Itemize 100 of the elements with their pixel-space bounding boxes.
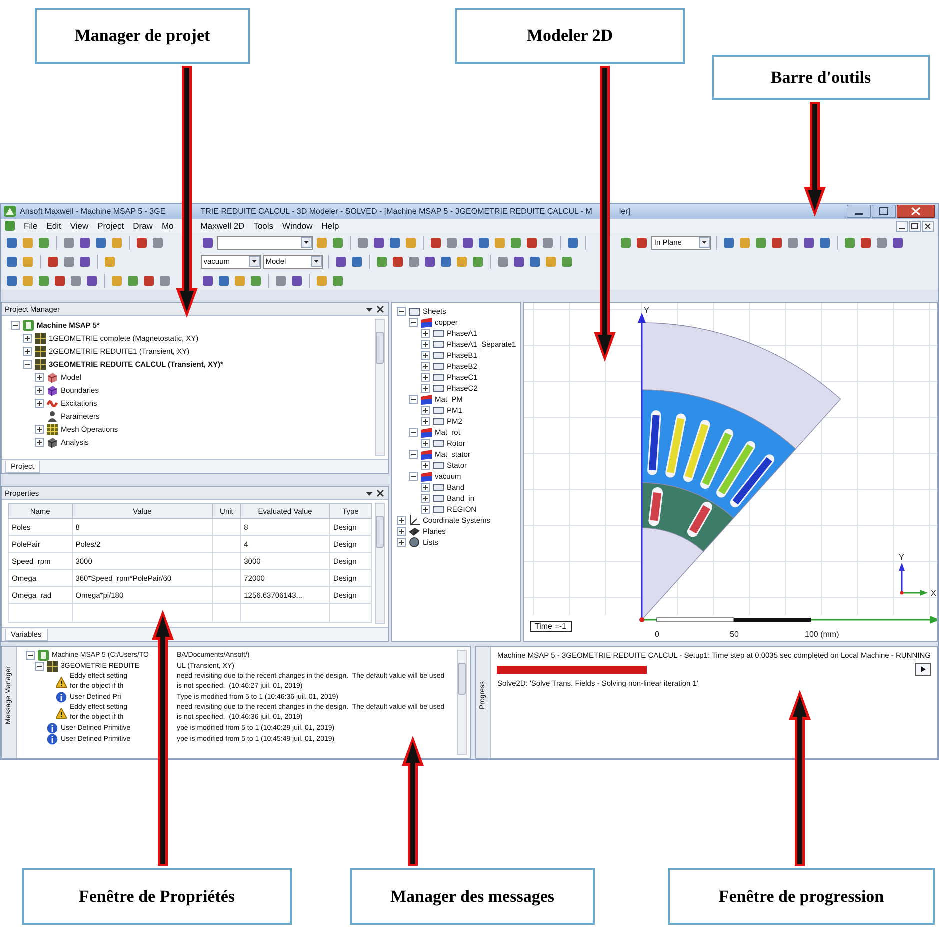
toolbar-button[interactable] (406, 254, 421, 268)
toolbar-button[interactable] (754, 236, 768, 250)
expand-toggle[interactable] (421, 483, 430, 492)
collapse-toggle[interactable] (23, 360, 32, 369)
expand-toggle[interactable] (35, 425, 44, 434)
expand-toggle[interactable] (421, 439, 430, 448)
toolbar-button[interactable] (330, 274, 345, 288)
collapse-toggle[interactable] (409, 450, 418, 459)
toolbar-button[interactable] (372, 236, 386, 250)
toolbar-button[interactable] (248, 274, 263, 288)
expand-toggle[interactable] (421, 505, 430, 514)
toolbar-button[interactable] (374, 254, 389, 268)
dropdown[interactable] (216, 236, 313, 250)
collapse-toggle[interactable] (26, 651, 35, 660)
menu-item[interactable]: Window (282, 221, 313, 231)
toolbar-button[interactable] (540, 236, 555, 250)
close-icon[interactable] (376, 304, 385, 314)
toolbar-button[interactable] (290, 274, 304, 288)
toolbar-button[interactable] (216, 274, 231, 288)
toolbar-button[interactable] (390, 254, 405, 268)
toolbar-button[interactable] (53, 274, 67, 288)
toolbar-button[interactable] (770, 236, 784, 250)
toolbar-button[interactable] (5, 254, 19, 268)
expand-toggle[interactable] (421, 340, 430, 349)
menu-item[interactable]: Draw (133, 221, 153, 231)
toolbar-button[interactable] (388, 236, 402, 250)
toolbar-button[interactable] (78, 254, 92, 268)
toolbar-button[interactable] (69, 274, 83, 288)
toolbar-button[interactable] (566, 236, 580, 250)
collapse-toggle[interactable] (35, 662, 44, 671)
toolbar-button[interactable] (46, 254, 60, 268)
menu-item[interactable]: File (24, 221, 38, 231)
minimize-button[interactable] (896, 220, 908, 232)
expand-toggle[interactable] (397, 527, 406, 536)
play-button[interactable] (915, 663, 931, 676)
collapse-toggle[interactable] (409, 318, 418, 327)
toolbar-button[interactable] (859, 236, 874, 250)
toolbar-button[interactable] (142, 274, 156, 288)
toolbar-button[interactable] (62, 236, 76, 250)
toolbar-button[interactable] (78, 236, 92, 250)
restore-button[interactable] (909, 220, 921, 232)
expand-toggle[interactable] (421, 329, 430, 338)
expand-toggle[interactable] (421, 406, 430, 415)
toolbar-button[interactable] (356, 236, 370, 250)
menu-item[interactable]: Project (98, 221, 124, 231)
toolbar-button[interactable] (496, 254, 510, 268)
toolbar-button[interactable] (94, 236, 108, 250)
toolbar-button[interactable] (330, 236, 345, 250)
toolbar-button[interactable] (158, 274, 172, 288)
toolbar-button[interactable] (350, 254, 364, 268)
toolbar-button[interactable] (37, 236, 51, 250)
toolbar-button[interactable] (151, 236, 165, 250)
collapse-toggle[interactable] (409, 395, 418, 404)
close-button[interactable] (922, 220, 934, 232)
expand-toggle[interactable] (421, 351, 430, 360)
toolbar-button[interactable] (560, 254, 574, 268)
toolbar-button[interactable] (818, 236, 832, 250)
scrollbar[interactable] (375, 503, 385, 624)
toolbar-button[interactable] (5, 274, 19, 288)
scrollbar[interactable] (375, 319, 385, 456)
collapse-toggle[interactable] (409, 472, 418, 481)
toolbar-button[interactable] (635, 236, 650, 250)
expand-toggle[interactable] (421, 461, 430, 470)
toolbar-button[interactable] (428, 236, 443, 250)
expand-toggle[interactable] (23, 347, 32, 356)
toolbar-button[interactable] (62, 254, 76, 268)
toolbar-button[interactable] (512, 254, 526, 268)
toolbar-button[interactable] (422, 254, 437, 268)
toolbar-button[interactable] (476, 236, 491, 250)
toolbar-button[interactable] (786, 236, 800, 250)
menu-item[interactable]: Edit (46, 221, 62, 231)
toolbar-button[interactable] (843, 236, 858, 250)
expand-toggle[interactable] (23, 334, 32, 343)
close-button[interactable] (897, 205, 935, 218)
scrollbar[interactable] (457, 650, 468, 755)
toolbar-button[interactable] (619, 236, 634, 250)
toolbar-button[interactable] (524, 236, 539, 250)
toolbar-button[interactable] (200, 274, 215, 288)
collapse-toggle[interactable] (409, 428, 418, 437)
expand-toggle[interactable] (397, 538, 406, 547)
menu-item[interactable]: Help (322, 221, 340, 231)
toolbar-button[interactable] (85, 274, 99, 288)
collapse-toggle[interactable] (11, 321, 20, 330)
expand-toggle[interactable] (35, 386, 44, 395)
toolbar-button[interactable] (135, 236, 149, 250)
toolbar-button[interactable] (5, 236, 19, 250)
toolbar-button[interactable] (891, 236, 906, 250)
menu-item[interactable]: Tools (254, 221, 274, 231)
menu-item[interactable]: Maxwell 2D (200, 221, 245, 231)
toolbar-button[interactable] (126, 274, 140, 288)
expand-toggle[interactable] (35, 399, 44, 408)
toolbar-button[interactable] (274, 274, 288, 288)
toolbar-button[interactable] (37, 274, 51, 288)
toolbar-button[interactable] (470, 254, 485, 268)
expand-toggle[interactable] (397, 516, 406, 525)
toolbar-button[interactable] (200, 236, 215, 250)
expand-toggle[interactable] (421, 494, 430, 503)
collapse-toggle[interactable] (397, 307, 406, 316)
expand-toggle[interactable] (421, 373, 430, 382)
toolbar-button[interactable] (528, 254, 542, 268)
